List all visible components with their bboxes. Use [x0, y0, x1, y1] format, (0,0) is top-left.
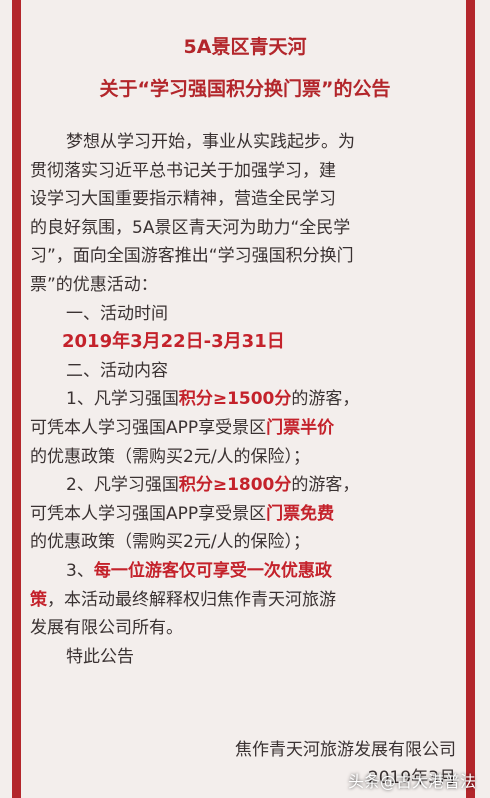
paragraph-line: 设学习大国重要指示精神，营造全民学习: [30, 189, 336, 210]
item2-points: 积分≥1800分: [178, 475, 292, 496]
item2-prefix: 2、凡学习强国: [66, 475, 179, 496]
paragraph-line: 贯彻落实习近平总书记关于加强学习，建: [30, 160, 336, 181]
item1-line: 1、凡学习强国积分≥1500分的游客，: [30, 385, 460, 414]
red-frame-right: [466, 0, 475, 798]
red-frame-left: [12, 0, 21, 798]
notice-title-scenic-area: 5A景区青天河: [183, 36, 307, 58]
item2-suffix: 的游客，: [291, 475, 360, 496]
notice-title-announcement: 关于“学习强国积分换门票”的公告: [99, 78, 391, 100]
item1-suffix: 的游客，: [291, 389, 360, 410]
paragraph-line: 的良好氛围，5A景区青天河为助力“全民学: [30, 217, 351, 238]
item3-rights: ，本活动最终解释权归焦作青天河旅游: [47, 589, 336, 610]
item1-benefit: 门票半价: [266, 417, 335, 438]
item3-highlight: 每一位游客仅可享受一次优惠政: [93, 560, 332, 581]
item2-line: 2、凡学习强国积分≥1800分的游客，: [30, 471, 460, 500]
item1-prefix: 1、凡学习强国: [66, 389, 179, 410]
item2-benefit: 门票免费: [266, 503, 335, 524]
item2-line: 可凭本人学习强国APP享受景区门票免费: [30, 500, 460, 529]
source-watermark: 头条@古大港普法: [348, 768, 476, 792]
item3-highlight-end: 策: [30, 589, 47, 610]
paragraph-line: 票”的优惠活动：: [30, 274, 158, 295]
item1-condition: 可凭本人学习强国APP享受景区: [30, 417, 267, 438]
paragraph-line: 习”，面向全国游客推出“学习强国积分换门: [30, 246, 354, 267]
item1-line: 可凭本人学习强国APP享受景区门票半价: [30, 414, 460, 443]
notice-body: 梦想从学习开始，事业从实践起步。为 贯彻落实习近平总书记关于加强学习，建 设学习…: [30, 128, 460, 671]
section-heading-content: 二、活动内容: [66, 360, 168, 381]
notice-document: 5A景区青天河 关于“学习强国积分换门票”的公告 梦想从学习开始，事业从实践起步…: [30, 28, 460, 671]
signature-company: 焦作青天河旅游发展有限公司: [235, 740, 456, 760]
item3-prefix: 3、: [66, 560, 94, 581]
item2-condition: 可凭本人学习强国APP享受景区: [30, 503, 267, 524]
item2-policy: 的优惠政策（需购买2元/人的保险）；: [30, 532, 311, 553]
watermark-text: 头条@古大港普法: [347, 772, 476, 791]
closing-text: 特此公告: [66, 646, 134, 667]
item3-line: 3、每一位游客仅可享受一次优惠政: [30, 557, 460, 586]
item1-points: 积分≥1500分: [178, 389, 292, 410]
section-heading-time: 一、活动时间: [66, 303, 168, 324]
item3-line: 策，本活动最终解释权归焦作青天河旅游: [30, 586, 460, 615]
paragraph-line: 梦想从学习开始，事业从实践起步。为: [66, 132, 355, 152]
item3-company: 发展有限公司所有。: [30, 618, 183, 639]
activity-date: 2019年3月22日-3月31日: [62, 331, 285, 353]
item1-policy: 的优惠政策（需购买2元/人的保险）；: [30, 446, 311, 467]
